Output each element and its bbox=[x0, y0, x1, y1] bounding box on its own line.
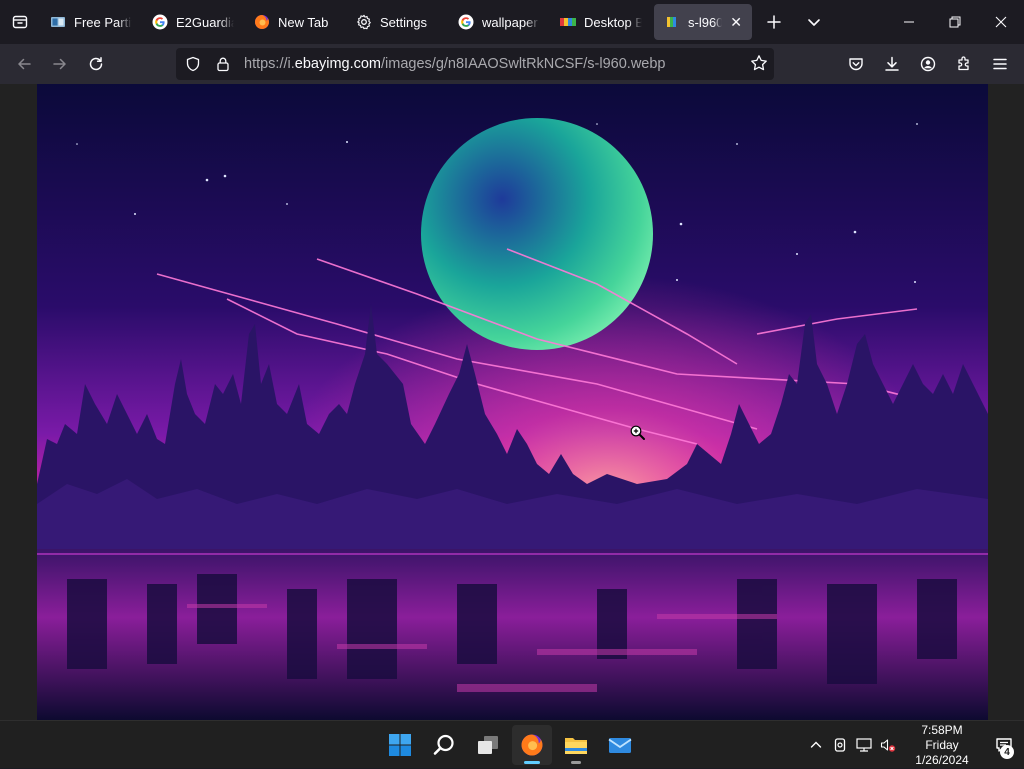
firefox-view-icon bbox=[12, 15, 28, 29]
gear-icon bbox=[356, 14, 372, 30]
wallpaper-image[interactable] bbox=[37, 84, 988, 720]
colorbar-icon bbox=[560, 14, 576, 30]
close-tab-icon[interactable]: ✕ bbox=[730, 14, 742, 31]
volume-muted-icon bbox=[880, 739, 896, 752]
restore-button[interactable] bbox=[932, 0, 978, 44]
tab-title: Free Partition bbox=[74, 14, 132, 30]
bookmark-star-icon[interactable] bbox=[750, 54, 768, 77]
downloads-button[interactable] bbox=[874, 48, 910, 80]
start-button[interactable] bbox=[380, 725, 420, 765]
tab-current-image[interactable]: s-l960.w ✕ bbox=[654, 4, 752, 40]
url-host: ebayimg.com bbox=[294, 56, 382, 72]
tab-wallpaper-search[interactable]: wallpaper - bbox=[448, 4, 550, 40]
tab-title: wallpaper - bbox=[482, 14, 540, 30]
back-arrow-icon bbox=[18, 58, 31, 70]
menu-icon bbox=[993, 58, 1007, 70]
partition-app-icon bbox=[50, 14, 66, 30]
network-button[interactable] bbox=[852, 725, 876, 765]
network-icon bbox=[856, 738, 872, 752]
download-icon bbox=[885, 56, 899, 71]
firefox-icon bbox=[521, 734, 543, 756]
system-tray: 7:58PM Friday 1/26/2024 4 bbox=[804, 721, 1024, 769]
tray-app-icon bbox=[834, 738, 846, 752]
pocket-button[interactable] bbox=[838, 48, 874, 80]
url-text[interactable]: https://i.ebayimg.com/images/g/n8IAAOSwl… bbox=[244, 56, 666, 72]
volume-button[interactable] bbox=[876, 725, 900, 765]
tracking-protection-icon[interactable] bbox=[178, 56, 208, 72]
account-button[interactable] bbox=[910, 48, 946, 80]
extensions-button[interactable] bbox=[946, 48, 982, 80]
image-file-icon bbox=[664, 14, 680, 30]
taskbar-file-explorer[interactable] bbox=[556, 725, 596, 765]
tab-title: Desktop Ba bbox=[584, 14, 642, 30]
reload-icon bbox=[89, 57, 103, 71]
tab-settings[interactable]: Settings bbox=[346, 4, 448, 40]
mail-icon bbox=[608, 738, 632, 753]
taskbar-apps bbox=[380, 721, 640, 769]
google-g-icon bbox=[458, 14, 474, 30]
chevron-down-icon bbox=[808, 19, 820, 26]
url-path: /images/g/n8IAAOSwltRkNCSF/s-l960.webp bbox=[381, 56, 666, 72]
minimize-icon bbox=[904, 21, 914, 23]
firefox-view-button[interactable] bbox=[0, 0, 40, 44]
tray-app-button[interactable] bbox=[828, 725, 852, 765]
taskbar-mail[interactable] bbox=[600, 725, 640, 765]
file-explorer-icon bbox=[565, 738, 587, 754]
notification-count-badge: 4 bbox=[1000, 745, 1014, 759]
tab-title: New Tab bbox=[278, 14, 329, 30]
new-tab-button[interactable] bbox=[754, 4, 794, 40]
show-hidden-icons-button[interactable] bbox=[804, 725, 828, 765]
navigation-toolbar: https://i.ebayimg.com/images/g/n8IAAOSwl… bbox=[0, 44, 1024, 84]
tab-title: s-l960.w bbox=[688, 14, 723, 30]
task-view-icon bbox=[478, 736, 498, 754]
close-window-button[interactable] bbox=[978, 0, 1024, 44]
extensions-icon bbox=[958, 56, 969, 71]
window-controls bbox=[886, 0, 1024, 44]
plus-icon bbox=[767, 15, 781, 29]
tab-title: Settings bbox=[380, 14, 427, 30]
pocket-icon bbox=[849, 58, 863, 71]
close-icon bbox=[995, 16, 1007, 28]
tab-strip: Free Partition E2Guardian New Tab Settin… bbox=[0, 0, 1024, 44]
url-prefix: https://i. bbox=[244, 56, 295, 72]
google-g-icon bbox=[152, 14, 168, 30]
tab-desktop-backgrounds[interactable]: Desktop Ba bbox=[550, 4, 652, 40]
forward-arrow-icon bbox=[53, 58, 66, 70]
tab-title: E2Guardian bbox=[176, 14, 234, 30]
toolbar-right bbox=[838, 48, 1018, 80]
tab-free-partition[interactable]: Free Partition bbox=[40, 4, 142, 40]
minimize-button[interactable] bbox=[886, 0, 932, 44]
zoom-in-cursor-icon bbox=[630, 425, 646, 441]
reload-button[interactable] bbox=[78, 48, 114, 80]
url-bar[interactable]: https://i.ebayimg.com/images/g/n8IAAOSwl… bbox=[176, 48, 774, 80]
app-menu-button[interactable] bbox=[982, 48, 1018, 80]
tab-e2guardian[interactable]: E2Guardian bbox=[142, 4, 244, 40]
clock-day: Friday bbox=[925, 737, 959, 752]
taskbar-firefox[interactable] bbox=[512, 725, 552, 765]
search-button[interactable] bbox=[424, 725, 464, 765]
back-button[interactable] bbox=[6, 48, 42, 80]
list-all-tabs-button[interactable] bbox=[794, 4, 834, 40]
tab-new-tab[interactable]: New Tab bbox=[244, 4, 346, 40]
forward-button[interactable] bbox=[42, 48, 78, 80]
firefox-icon bbox=[254, 14, 270, 30]
windows-start-icon bbox=[389, 734, 411, 756]
taskbar: 7:58PM Friday 1/26/2024 4 bbox=[0, 720, 1024, 768]
clock-date: 1/26/2024 bbox=[915, 752, 969, 767]
search-icon bbox=[433, 734, 454, 755]
page-content bbox=[0, 84, 1024, 720]
account-icon bbox=[920, 56, 936, 72]
task-view-button[interactable] bbox=[468, 725, 508, 765]
lock-icon[interactable] bbox=[208, 56, 238, 72]
notification-center-button[interactable]: 4 bbox=[984, 725, 1024, 765]
chevron-up-icon bbox=[810, 741, 822, 748]
clock-time: 7:58PM bbox=[921, 722, 963, 737]
restore-icon bbox=[949, 16, 961, 28]
taskbar-clock[interactable]: 7:58PM Friday 1/26/2024 bbox=[904, 723, 980, 768]
